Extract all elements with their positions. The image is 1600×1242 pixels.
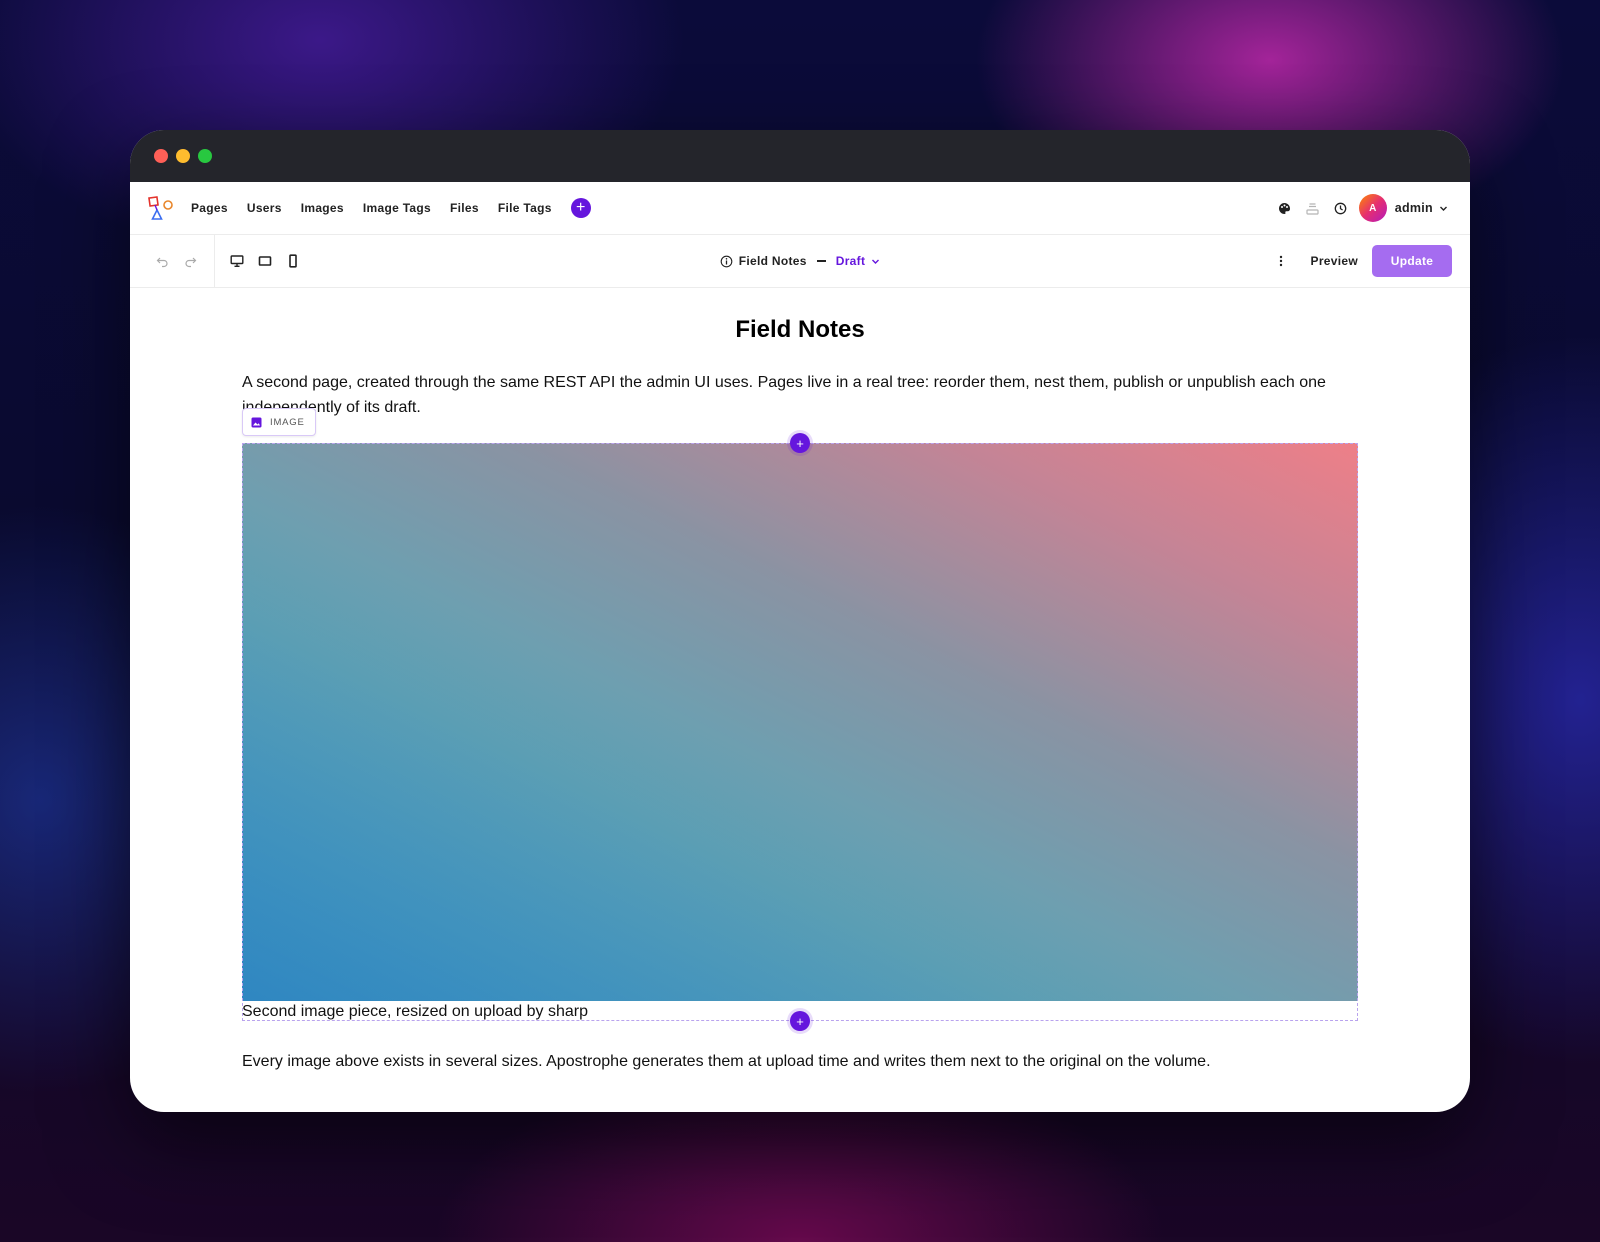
draft-status-toggle[interactable]: Draft: [836, 254, 866, 268]
browser-window: Pages Users Images Image Tags Files File…: [130, 130, 1470, 1112]
admin-bar: Pages Users Images Image Tags Files File…: [130, 182, 1470, 235]
outro-paragraph[interactable]: Every image above exists in several size…: [242, 1053, 1211, 1071]
nav-item-images[interactable]: Images: [301, 201, 344, 215]
nav-item-users[interactable]: Users: [247, 201, 282, 215]
image-widget-outline: [242, 443, 1358, 1021]
nav-item-file-tags[interactable]: File Tags: [498, 201, 552, 215]
admin-bar-right: A admin: [1265, 182, 1448, 234]
intro-paragraph[interactable]: A second page, created through the same …: [242, 370, 1342, 420]
palette-icon[interactable]: [1277, 200, 1293, 216]
image-icon: [251, 417, 262, 427]
add-new-button[interactable]: +: [570, 198, 591, 218]
user-menu-name[interactable]: admin: [1395, 201, 1433, 215]
nav-item-files[interactable]: Files: [450, 201, 479, 215]
window-titlebar: [130, 130, 1470, 182]
chevron-down-icon[interactable]: [1439, 204, 1448, 213]
add-content-below-button[interactable]: +: [790, 1011, 810, 1031]
update-button[interactable]: Update: [1372, 245, 1452, 277]
nav-item-image-tags[interactable]: Image Tags: [363, 201, 431, 215]
chevron-down-icon[interactable]: [871, 257, 880, 266]
clock-icon[interactable]: [1333, 200, 1349, 216]
info-icon[interactable]: [720, 255, 733, 268]
preview-button[interactable]: Preview: [1303, 254, 1372, 268]
image-caption[interactable]: Second image piece, resized on upload by…: [242, 1003, 588, 1021]
add-content-above-button[interactable]: +: [790, 433, 810, 453]
admin-nav: Pages Users Images Image Tags Files File…: [191, 182, 591, 234]
editor-toolbar: Field Notes Draft Preview Update: [130, 235, 1470, 288]
nav-item-pages[interactable]: Pages: [191, 201, 228, 215]
apostrophe-logo-icon[interactable]: [148, 196, 174, 222]
widget-type-label: IMAGE: [270, 416, 305, 428]
archive-icon[interactable]: [1305, 200, 1321, 216]
title-separator: [816, 260, 826, 262]
page-title[interactable]: Field Notes: [130, 316, 1470, 344]
avatar[interactable]: A: [1358, 194, 1387, 222]
image-widget-label[interactable]: IMAGE: [242, 408, 316, 436]
document-title: Field Notes: [738, 254, 807, 268]
toolbar-right: Preview Update: [1273, 235, 1452, 287]
close-window-button[interactable]: [154, 149, 168, 163]
maximize-window-button[interactable]: [198, 149, 212, 163]
document-title-group: Field Notes Draft: [130, 235, 1470, 287]
kebab-icon[interactable]: [1273, 253, 1289, 269]
minimize-window-button[interactable]: [176, 149, 190, 163]
